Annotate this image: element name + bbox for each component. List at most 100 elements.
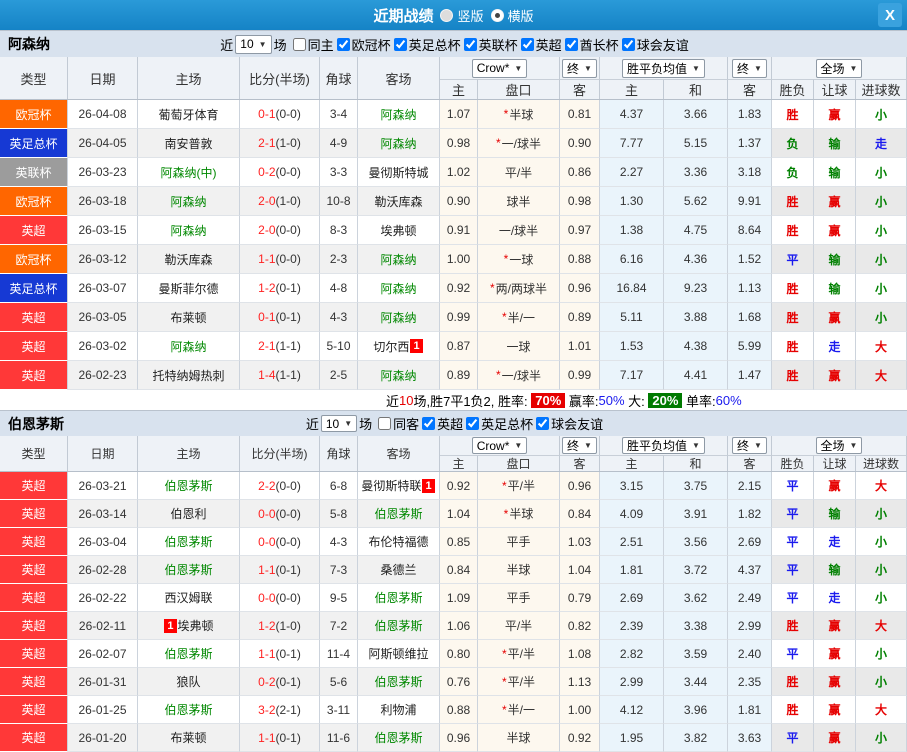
cell-goals: 小 (856, 668, 907, 696)
cell-handicap-result: 输 (814, 556, 856, 584)
cell-away-odds: 0.99 (560, 361, 600, 390)
cell-handicap: * 半球 (478, 500, 560, 528)
same-venue-checkbox-wrap[interactable]: 同客 (374, 414, 419, 433)
cell-away-odds: 0.84 (560, 500, 600, 528)
avg-select[interactable]: 胜平负均值 ▼ (622, 58, 705, 78)
competition-checkbox-wrap[interactable]: 球会友谊 (619, 35, 689, 54)
competition-checkbox-1[interactable] (393, 37, 407, 51)
cell-home-team: 布莱顿 (138, 724, 240, 752)
star-mark: * (495, 136, 501, 150)
competition-checkbox-5[interactable] (621, 37, 635, 51)
cell-avg-home: 2.39 (600, 612, 664, 640)
scope-select[interactable]: 全场 ▼ (815, 437, 863, 454)
cell-result: 胜 (772, 100, 814, 129)
cell-result: 负 (772, 158, 814, 187)
cell-date: 26-02-11 (68, 612, 138, 640)
final-avg-select[interactable]: 终 ▼ (732, 437, 767, 454)
radio-icon[interactable] (440, 8, 454, 22)
competition-checkbox-2[interactable] (463, 37, 477, 51)
competition-checkbox-wrap[interactable]: 欧冠杯 (334, 35, 391, 54)
competition-checkbox-wrap[interactable]: 酋长杯 (562, 35, 619, 54)
cell-goals: 小 (856, 245, 907, 274)
cell-corners: 5-10 (320, 332, 358, 361)
dropdown-cell: 全场 ▼ (772, 436, 907, 455)
subcol-header-0: 主 (440, 79, 478, 99)
recent-count-select[interactable]: 10 ▼ (235, 34, 272, 54)
cell-result: 平 (772, 528, 814, 556)
half-time-score: (1-0) (275, 136, 301, 150)
summary-part: 20% (648, 392, 683, 408)
handicap-text: 平/半 (507, 647, 535, 661)
cell-avg-home: 4.09 (600, 500, 664, 528)
layout-radio-vertical[interactable]: 竖版 (440, 6, 484, 25)
home-team-name: 曼斯菲尔德 (158, 281, 219, 296)
competition-checkbox-wrap[interactable]: 英足总杯 (463, 414, 533, 433)
competition-label: 英足总杯 (481, 417, 534, 432)
cell-home-team: 南安普敦 (138, 129, 240, 158)
bookmaker-select[interactable]: Crow* ▼ (471, 58, 528, 78)
half-time-score: (0-1) (275, 281, 301, 295)
cell-avg-home: 2.99 (600, 668, 664, 696)
cell-avg-home: 7.77 (600, 129, 664, 158)
cell-avg-draw: 3.72 (664, 556, 728, 584)
cell-avg-home: 1.81 (600, 556, 664, 584)
competition-checkbox-wrap[interactable]: 英足总杯 (391, 35, 461, 54)
table-row: 欧冠杯 26-03-18 阿森纳 2-0 (1-0) 10-8 勒沃库森 0.90 球半 0.98… (0, 187, 907, 216)
radio-icon[interactable] (490, 8, 504, 22)
competition-checkbox-4[interactable] (564, 37, 578, 51)
col-header-5: 客场 (358, 436, 440, 471)
bookmaker-select-value: Crow* (476, 438, 510, 453)
competition-checkbox-wrap[interactable]: 英超 (518, 35, 562, 54)
cell-handicap-result: 赢 (814, 696, 856, 724)
competition-checkbox-2[interactable] (536, 417, 550, 430)
chevron-down-icon: ▼ (692, 441, 700, 450)
competition-checkbox-wrap[interactable]: 球会友谊 (533, 414, 603, 433)
cell-home-odds: 0.99 (440, 303, 478, 332)
half-time-score: (0-0) (275, 506, 301, 521)
away-team-name: 阿森纳 (380, 107, 417, 122)
handicap-text: 平/半 (504, 165, 533, 180)
recent-count-select-value: 10 (240, 37, 254, 51)
competition-checkbox-wrap[interactable]: 英联杯 (461, 35, 518, 54)
handicap-text: 一球 (509, 252, 534, 267)
radio-vertical-label: 竖版 (457, 8, 484, 24)
cell-goals: 小 (856, 274, 907, 303)
competition-checkbox-0[interactable] (422, 417, 436, 430)
handicap-text: 平/半 (507, 479, 535, 493)
cell-away-team: 阿森纳 (358, 245, 440, 274)
full-time-score: 1-1 (258, 646, 276, 661)
scope-select[interactable]: 全场 ▼ (815, 58, 863, 78)
final-odds-select[interactable]: 终 ▼ (562, 58, 597, 78)
subcol-header-2: 客 (560, 79, 600, 99)
cell-date: 26-02-07 (68, 640, 138, 668)
bookmaker-select[interactable]: Crow* ▼ (471, 437, 528, 454)
recent-count-select[interactable]: 10 ▼ (320, 415, 358, 432)
cell-handicap: * 一/球半 (478, 361, 560, 390)
cell-result: 胜 (772, 274, 814, 303)
final-odds-select[interactable]: 终 ▼ (562, 437, 597, 454)
dropdown-cell: 终 ▼ (560, 436, 600, 455)
star-mark: * (489, 281, 495, 295)
layout-radio-horizontal[interactable]: 横版 (490, 6, 534, 25)
competition-checkbox-1[interactable] (466, 417, 480, 430)
avg-select[interactable]: 胜平负均值 ▼ (622, 437, 705, 454)
cell-handicap: * 半/一 (478, 303, 560, 332)
close-button[interactable]: X (878, 3, 902, 27)
cell-score: 0-0 (0-0) (240, 584, 320, 612)
subcol-header-5: 客 (728, 455, 772, 471)
same-venue-checkbox[interactable] (292, 37, 306, 51)
same-venue-checkbox-wrap[interactable]: 同主 (289, 35, 334, 54)
radio-horizontal-label: 横版 (507, 8, 534, 24)
competition-checkbox-3[interactable] (520, 37, 534, 51)
cell-home-team: 伯恩利 (138, 500, 240, 528)
final-avg-select[interactable]: 终 ▼ (732, 58, 767, 78)
cell-score: 0-2 (0-1) (240, 668, 320, 696)
cell-avg-away: 3.18 (728, 158, 772, 187)
cell-result: 胜 (772, 332, 814, 361)
competition-checkbox-0[interactable] (336, 37, 350, 51)
cell-avg-home: 6.16 (600, 245, 664, 274)
cell-type: 英超 (0, 472, 68, 500)
competition-checkbox-wrap[interactable]: 英超 (419, 414, 463, 433)
same-venue-checkbox[interactable] (378, 417, 392, 430)
cell-score: 2-2 (0-0) (240, 472, 320, 500)
